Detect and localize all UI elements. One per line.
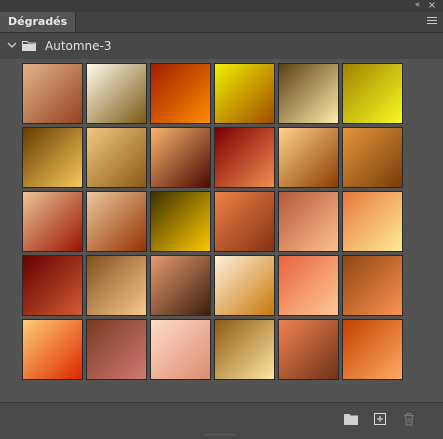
gradient-group-label: Automne-3 [45, 39, 112, 53]
gradients-panel: « × Dégradés Automne-3 [0, 0, 443, 439]
gradient-swatch[interactable] [214, 63, 275, 124]
gradient-swatch[interactable] [214, 127, 275, 188]
gradient-swatch[interactable] [22, 127, 83, 188]
gradient-swatch[interactable] [214, 255, 275, 316]
gradient-swatch[interactable] [342, 191, 403, 252]
gradient-swatch[interactable] [214, 319, 275, 380]
chevron-down-icon[interactable] [6, 39, 18, 51]
gradient-swatch[interactable] [22, 63, 83, 124]
gradient-swatch[interactable] [22, 319, 83, 380]
gradient-swatch[interactable] [278, 319, 339, 380]
gradient-swatch[interactable] [86, 191, 147, 252]
panel-top-strip: « × [0, 0, 443, 12]
gradient-swatch[interactable] [342, 127, 403, 188]
gradient-swatch[interactable] [86, 127, 147, 188]
gradient-swatch[interactable] [150, 255, 211, 316]
gradient-swatch[interactable] [86, 255, 147, 316]
gradient-swatch[interactable] [86, 63, 147, 124]
gradient-swatch[interactable] [278, 255, 339, 316]
resize-grip[interactable] [205, 434, 235, 437]
gradient-swatch[interactable] [278, 191, 339, 252]
gradient-swatch[interactable] [214, 191, 275, 252]
gradient-group-header[interactable]: Automne-3 [0, 33, 443, 59]
gradient-swatch[interactable] [150, 127, 211, 188]
folder-icon [22, 41, 36, 51]
new-group-folder-icon[interactable] [343, 411, 359, 427]
gradient-swatch[interactable] [150, 63, 211, 124]
gradient-swatch[interactable] [150, 319, 211, 380]
gradient-swatch[interactable] [22, 191, 83, 252]
gradient-swatch[interactable] [342, 255, 403, 316]
close-icon[interactable]: × [427, 0, 437, 11]
gradient-swatch[interactable] [22, 255, 83, 316]
gradient-swatch[interactable] [342, 319, 403, 380]
panel-tab-bar: Dégradés [0, 12, 443, 33]
panel-footer [0, 402, 443, 439]
add-square-icon[interactable] [372, 411, 388, 427]
gradient-swatch[interactable] [86, 319, 147, 380]
gradient-swatch-grid [22, 63, 403, 380]
hamburger-menu-icon[interactable] [427, 17, 437, 26]
double-chevron-left-icon[interactable]: « [411, 0, 423, 11]
tab-gradients[interactable]: Dégradés [0, 12, 77, 32]
gradient-swatch[interactable] [342, 63, 403, 124]
gradient-swatch[interactable] [278, 63, 339, 124]
gradient-swatch[interactable] [278, 127, 339, 188]
trash-icon[interactable] [401, 411, 417, 427]
gradient-swatch[interactable] [150, 191, 211, 252]
